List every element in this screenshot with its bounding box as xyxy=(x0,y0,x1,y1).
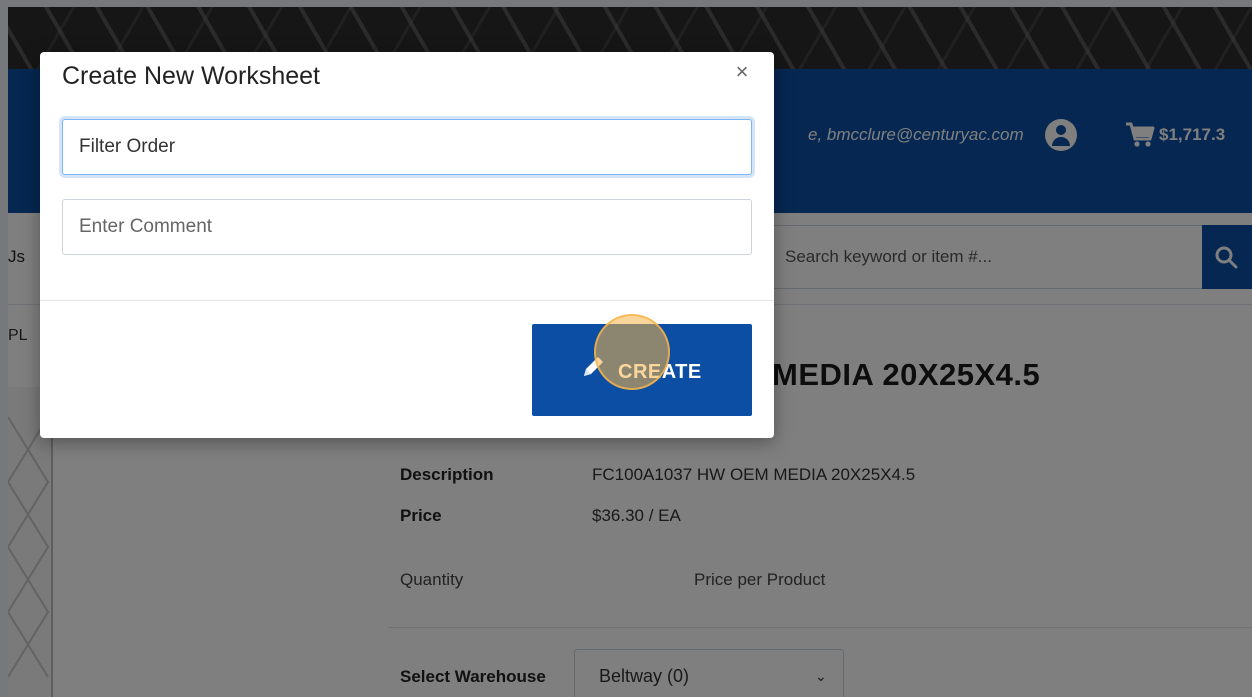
create-worksheet-modal: Create New Worksheet × CREATE xyxy=(40,52,774,438)
worksheet-name-input[interactable] xyxy=(62,119,752,175)
create-button-label: CREATE xyxy=(618,361,702,383)
create-button[interactable]: CREATE xyxy=(532,324,752,416)
comment-input[interactable] xyxy=(62,199,752,255)
pencil-icon xyxy=(584,357,603,376)
modal-footer-divider xyxy=(40,300,774,301)
modal-title: Create New Worksheet xyxy=(62,62,320,90)
close-icon[interactable]: × xyxy=(728,58,756,86)
